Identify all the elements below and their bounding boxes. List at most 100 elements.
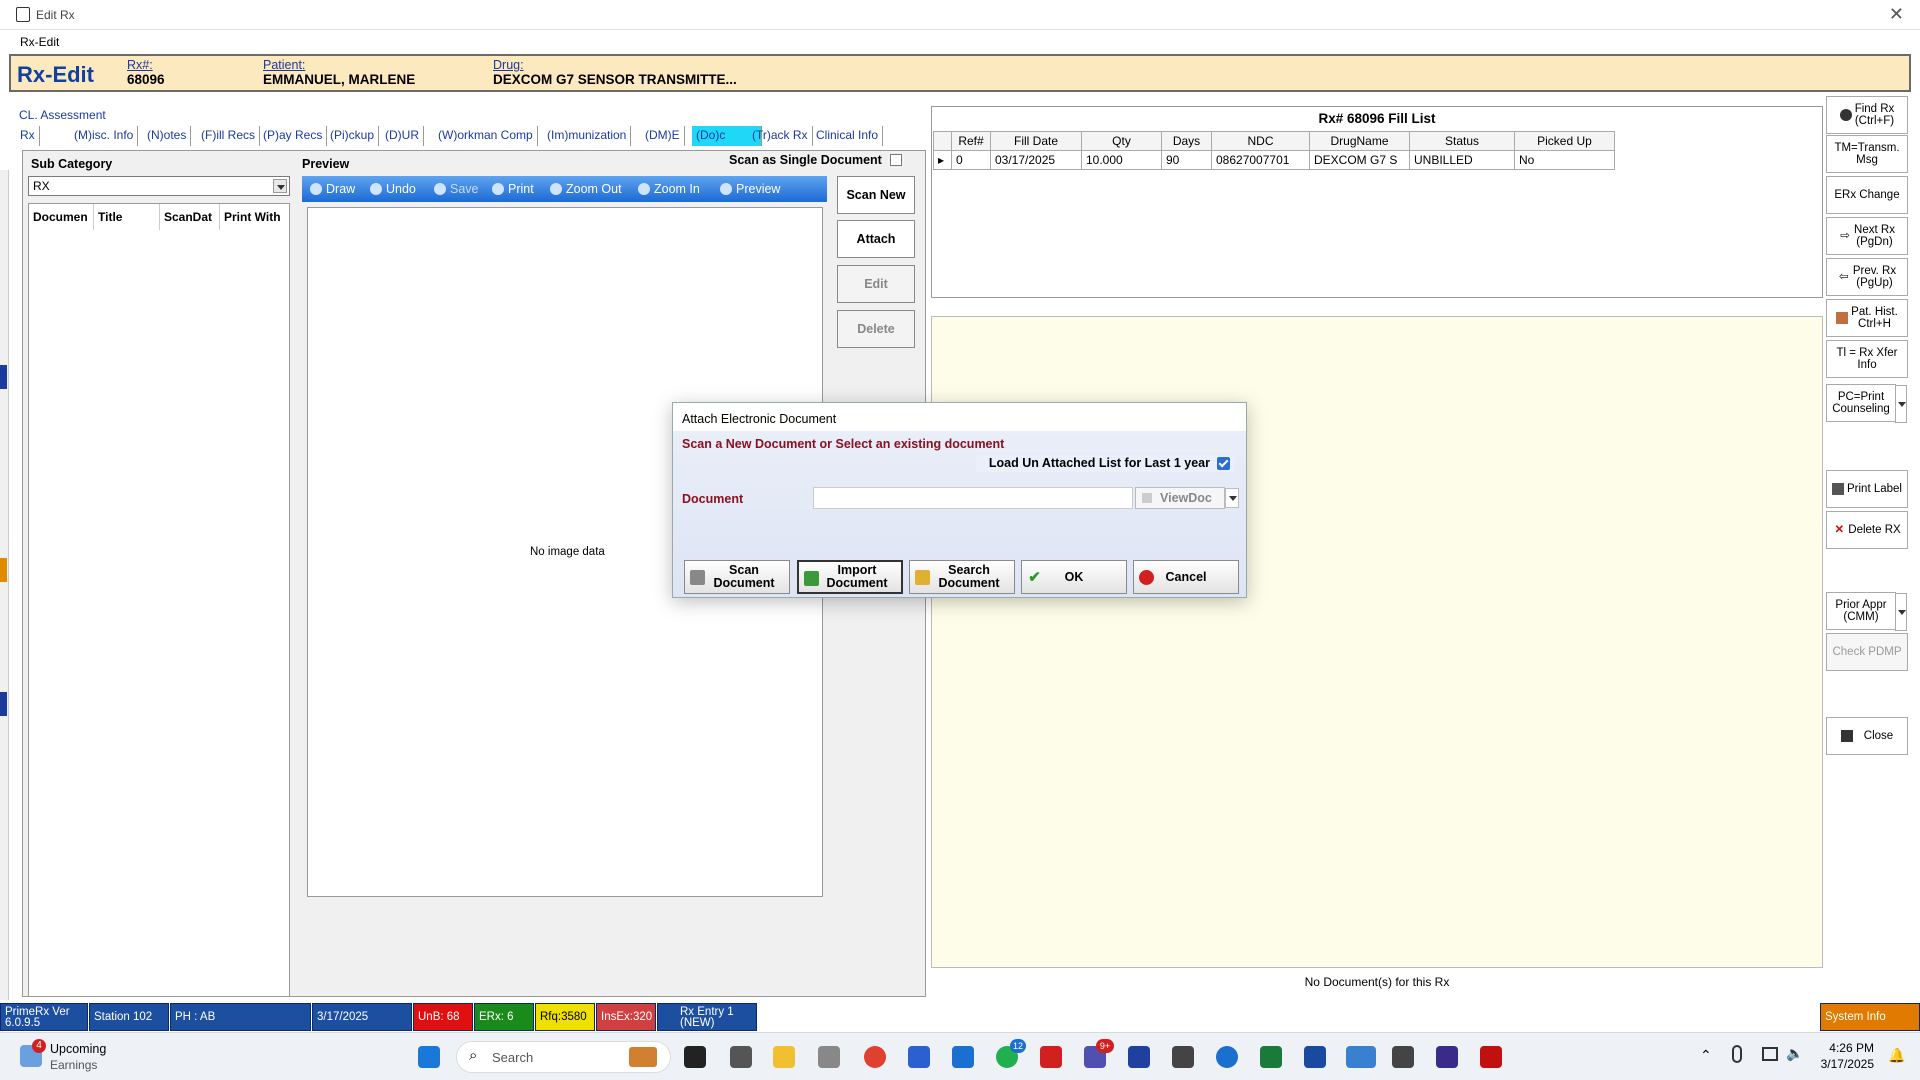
chevron-up-icon[interactable]: ⌃ xyxy=(1700,1047,1712,1064)
preview-button[interactable]: Preview xyxy=(720,182,780,196)
tab-dme[interactable]: (DM)E xyxy=(641,126,685,146)
save-button[interactable]: Save xyxy=(434,182,479,196)
notepad-icon[interactable] xyxy=(1128,1046,1150,1068)
insurance-exception-status[interactable]: InsEx:320 xyxy=(596,1003,656,1031)
tab-pay-recs[interactable]: (P)ay Recs xyxy=(259,126,328,146)
volume-icon[interactable]: 🔈 xyxy=(1786,1045,1803,1062)
cancel-button[interactable]: Cancel xyxy=(1133,560,1239,594)
transmission-msg-button[interactable]: TM=Transm. Msg xyxy=(1826,135,1908,173)
calculator-icon[interactable] xyxy=(818,1046,840,1068)
task-view-icon[interactable] xyxy=(684,1046,706,1068)
prior-approval-button[interactable]: Prior Appr (CMM) xyxy=(1826,592,1907,631)
column-header[interactable]: Qty xyxy=(1081,131,1162,151)
notifications-bell-icon[interactable]: 🔔 xyxy=(1888,1047,1905,1064)
load-unattached-checkbox[interactable]: Load Un Attached List for Last 1 year xyxy=(976,455,1234,472)
display-icon[interactable] xyxy=(1762,1047,1778,1061)
unbilled-status[interactable]: UnB: 68 xyxy=(413,1003,473,1031)
microphone-icon[interactable] xyxy=(1732,1045,1742,1063)
erx-change-button[interactable]: ERx Change xyxy=(1826,176,1908,214)
zoom-out-button[interactable]: Zoom Out xyxy=(550,182,622,196)
primerx-icon[interactable] xyxy=(1172,1046,1194,1068)
chrome-icon[interactable] xyxy=(864,1046,886,1068)
windows-start-icon[interactable] xyxy=(418,1046,440,1068)
zoom-in-button[interactable]: Zoom In xyxy=(638,182,700,196)
refill-queue-status[interactable]: Rfq:3580 xyxy=(535,1003,595,1031)
app-r-icon[interactable] xyxy=(908,1046,930,1068)
tab-dur[interactable]: (D)UR xyxy=(381,126,424,146)
column-header-title[interactable]: Title xyxy=(94,204,160,230)
check-pdmp-button[interactable]: Check PDMP xyxy=(1826,633,1908,671)
tab-workman-comp[interactable]: (W)orkman Comp xyxy=(434,126,538,146)
scan-single-document-checkbox[interactable]: Scan as Single Document xyxy=(729,153,902,167)
clock-time[interactable]: 4:26 PM xyxy=(1818,1041,1874,1055)
column-header[interactable]: Fill Date xyxy=(990,131,1082,151)
chevron-down-icon[interactable] xyxy=(1895,593,1907,631)
close-window-icon[interactable]: ✕ xyxy=(1889,4,1904,25)
active-app-icon[interactable] xyxy=(1346,1046,1376,1068)
document-input[interactable] xyxy=(813,487,1133,509)
column-header[interactable]: Picked Up xyxy=(1514,131,1615,151)
draw-button[interactable]: Draw xyxy=(310,182,355,196)
delete-button[interactable]: Delete xyxy=(837,310,915,348)
chevron-down-icon[interactable] xyxy=(1895,385,1907,423)
file-explorer-icon[interactable] xyxy=(773,1046,795,1068)
column-header[interactable]: Days xyxy=(1161,131,1212,151)
prev-rx-button[interactable]: ⇦ Prev. Rx (PgUp) xyxy=(1826,258,1908,296)
print-counseling-button[interactable]: PC=Print Counseling xyxy=(1826,384,1907,423)
clock-date[interactable]: 3/17/2025 xyxy=(1812,1057,1874,1071)
find-rx-button[interactable]: Find Rx (Ctrl+F) xyxy=(1826,96,1908,134)
system-info-button[interactable]: System Info xyxy=(1820,1003,1920,1031)
import-document-button[interactable]: Import Document xyxy=(797,560,903,594)
delete-rx-button[interactable]: ✕ Delete RX xyxy=(1826,511,1908,549)
excel-icon[interactable] xyxy=(1260,1046,1282,1068)
subcategory-select[interactable]: RX xyxy=(28,176,290,196)
tab-fill-recs[interactable]: (F)ill Recs xyxy=(197,126,260,146)
rx-xfer-info-button[interactable]: Tl = Rx Xfer Info xyxy=(1826,340,1908,378)
scan-document-button[interactable]: Scan Document xyxy=(684,560,790,594)
edit-button[interactable]: Edit xyxy=(837,265,915,303)
checkbox-icon[interactable] xyxy=(889,154,902,166)
acrobat-icon[interactable] xyxy=(1480,1046,1502,1068)
chevron-down-icon[interactable] xyxy=(273,179,287,193)
undo-button[interactable]: Undo xyxy=(370,182,416,196)
patient-history-button[interactable]: Pat. Hist. Ctrl+H xyxy=(1826,299,1908,337)
print-button[interactable]: Print xyxy=(492,182,534,196)
tab-pickup[interactable]: (Pi)ckup xyxy=(326,126,380,146)
column-header[interactable]: Ref# xyxy=(951,131,991,151)
viewdoc-button[interactable]: ViewDoc xyxy=(1135,487,1225,509)
attach-button[interactable]: Attach xyxy=(837,220,915,258)
app-q-icon[interactable] xyxy=(1436,1046,1458,1068)
print-label-button[interactable]: Print Label xyxy=(1826,470,1908,508)
widgets-icon[interactable] xyxy=(730,1046,752,1068)
taskbar-search[interactable]: ⌕ Search xyxy=(456,1041,671,1073)
trello-icon[interactable] xyxy=(952,1046,974,1068)
tab-misc-info[interactable]: (M)isc. Info xyxy=(70,126,139,146)
weather-title[interactable]: Upcoming xyxy=(50,1042,106,1056)
tab-rx[interactable]: Rx xyxy=(16,126,40,146)
column-header-document[interactable]: Documen xyxy=(29,204,94,230)
app-red-icon[interactable] xyxy=(1040,1046,1062,1068)
document-list[interactable]: Documen Title ScanDat Print With xyxy=(28,203,290,997)
tab-notes[interactable]: (N)otes xyxy=(143,126,192,146)
tab-track-rx[interactable]: (Tr)ack Rx xyxy=(748,126,813,146)
word-icon[interactable] xyxy=(1304,1046,1326,1068)
rx-entry-status[interactable]: Rx Entry 1 (NEW) xyxy=(657,1003,757,1031)
close-button[interactable]: Close xyxy=(1826,717,1908,755)
column-header[interactable]: Status xyxy=(1409,131,1515,151)
chevron-down-icon[interactable] xyxy=(1225,488,1239,508)
column-header[interactable]: DrugName xyxy=(1309,131,1410,151)
scan-new-button[interactable]: Scan New xyxy=(837,176,915,214)
column-header-scandate[interactable]: ScanDat xyxy=(160,204,220,230)
menu-rx-edit[interactable]: Rx-Edit xyxy=(20,35,59,49)
erx-status[interactable]: ERx: 6 xyxy=(474,1003,534,1031)
table-row[interactable]: ▸ 0 03/17/2025 10.000 90 08627007701 DEX… xyxy=(933,150,1615,170)
tab-immunization[interactable]: (Im)munization xyxy=(543,126,632,146)
next-rx-button[interactable]: ⇨ Next Rx (PgDn) xyxy=(1826,217,1908,255)
column-header-print-with[interactable]: Print With xyxy=(220,204,290,230)
search-document-button[interactable]: Search Document xyxy=(909,560,1015,594)
primerx2-icon[interactable] xyxy=(1392,1046,1414,1068)
tab-clinical-info[interactable]: Clinical Info xyxy=(812,126,884,146)
ok-button[interactable]: ✔ OK xyxy=(1021,560,1127,594)
zoom-icon[interactable] xyxy=(1216,1046,1238,1068)
column-header[interactable]: NDC xyxy=(1211,131,1310,151)
